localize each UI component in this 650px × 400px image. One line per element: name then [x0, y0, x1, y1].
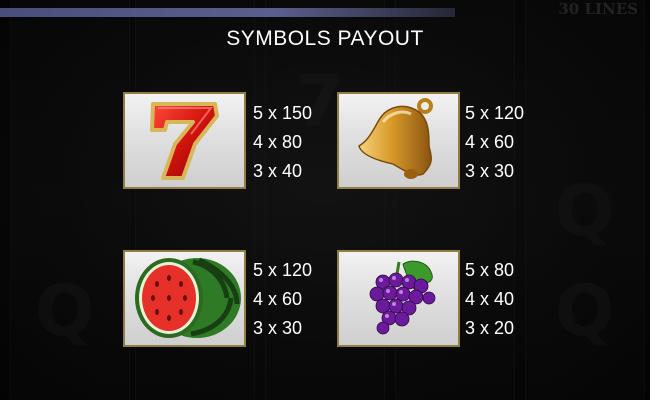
background-symbol: Q — [555, 270, 615, 352]
bell-icon — [358, 98, 433, 179]
payout-5: 5 x 150 — [253, 103, 313, 123]
seven-icon — [150, 102, 219, 180]
payout-3: 3 x 40 — [253, 161, 303, 181]
background-symbol: Q — [555, 170, 615, 252]
payout-3: 3 x 30 — [465, 161, 515, 181]
payout-5: 5 x 120 — [253, 260, 313, 280]
symbol-card-seven — [123, 92, 246, 189]
symbol-card-watermelon — [123, 250, 246, 347]
payout-4: 4 x 80 — [253, 132, 303, 152]
background-symbol: Q — [35, 270, 95, 352]
payout-4: 4 x 40 — [465, 289, 515, 309]
payout-5: 5 x 120 — [465, 103, 525, 123]
payout-list-seven: 5 x 150 4 x 80 3 x 40 — [253, 99, 312, 186]
payout-list-watermelon: 5 x 120 4 x 60 3 x 30 — [253, 256, 312, 343]
symbol-card-bell — [337, 92, 460, 189]
top-bar — [0, 8, 455, 17]
page-title: SYMBOLS PAYOUT — [226, 27, 424, 50]
payout-list-bell: 5 x 120 4 x 60 3 x 30 — [465, 99, 524, 186]
grapes-icon — [369, 260, 436, 335]
lines-badge: 30 LINES — [558, 0, 638, 18]
paytable-screen: Q Q Q 7 30 LINES SYMBOLS PAYOUT 5 x 150 … — [0, 0, 650, 400]
background-reels: Q Q Q 7 — [0, 0, 650, 400]
payout-3: 3 x 20 — [465, 318, 515, 338]
payout-list-grapes: 5 x 80 4 x 40 3 x 20 — [465, 256, 514, 343]
payout-3: 3 x 30 — [253, 318, 303, 338]
payout-4: 4 x 60 — [253, 289, 303, 309]
payout-4: 4 x 60 — [465, 132, 515, 152]
payout-5: 5 x 80 — [465, 260, 515, 280]
watermelon-icon — [135, 257, 241, 338]
symbol-card-grapes — [337, 250, 460, 347]
